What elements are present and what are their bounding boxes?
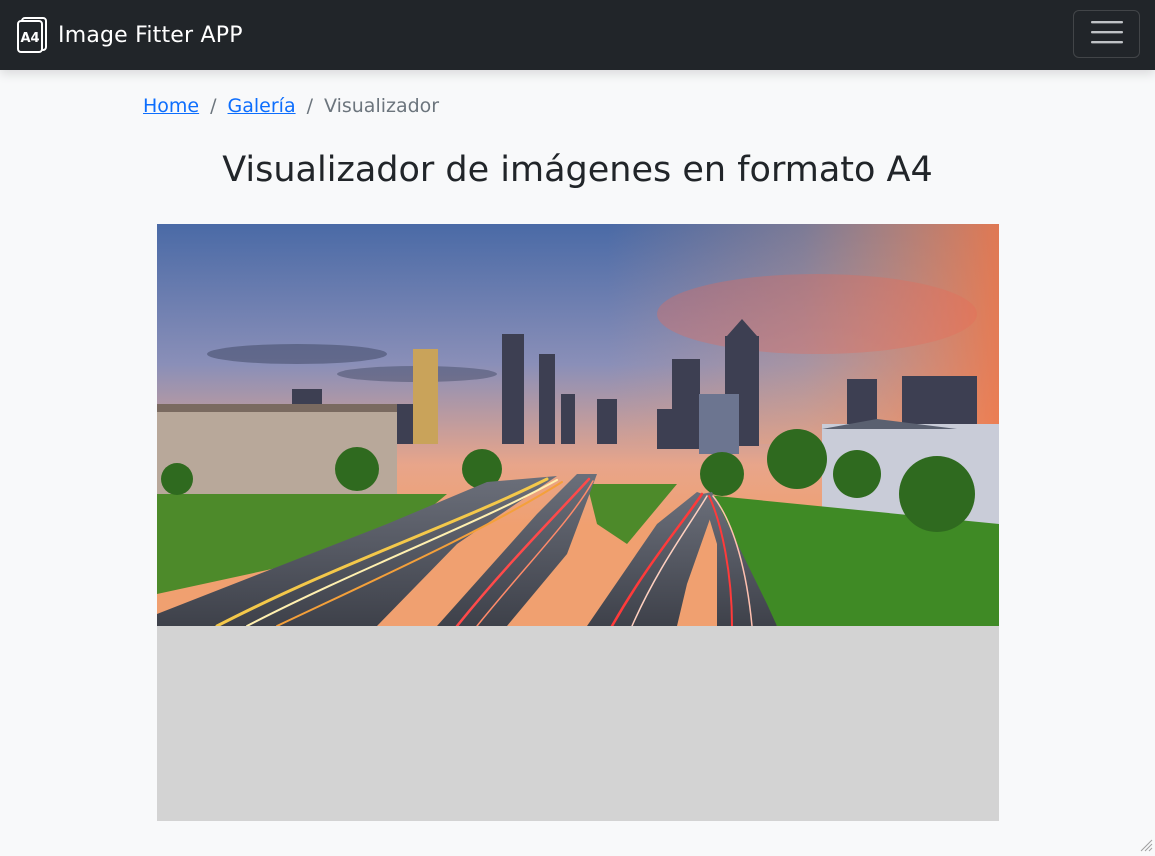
city-skyline-image (157, 224, 999, 626)
hamburger-menu-icon (1090, 19, 1123, 49)
breadcrumb-current: Visualizador (324, 95, 440, 117)
navbar-brand[interactable]: A4 Image Fitter APP (16, 17, 243, 53)
page-title: Visualizador de imágenes en formato A4 (222, 150, 933, 190)
breadcrumb-separator: / (210, 95, 217, 117)
brand-title: Image Fitter APP (58, 22, 243, 48)
top-navbar: A4 Image Fitter APP (0, 0, 1155, 70)
a4-page-viewer (157, 224, 999, 821)
svg-text:A4: A4 (20, 31, 39, 46)
a4-logo-icon: A4 (16, 17, 48, 53)
breadcrumb-separator: / (306, 95, 313, 117)
breadcrumb: Home / Galería / Visualizador (143, 93, 439, 119)
resize-grip-icon[interactable] (1139, 837, 1153, 852)
breadcrumb-home-link[interactable]: Home (143, 95, 199, 117)
navbar-toggler-button[interactable] (1073, 10, 1140, 58)
breadcrumb-gallery-link[interactable]: Galería (228, 95, 296, 117)
